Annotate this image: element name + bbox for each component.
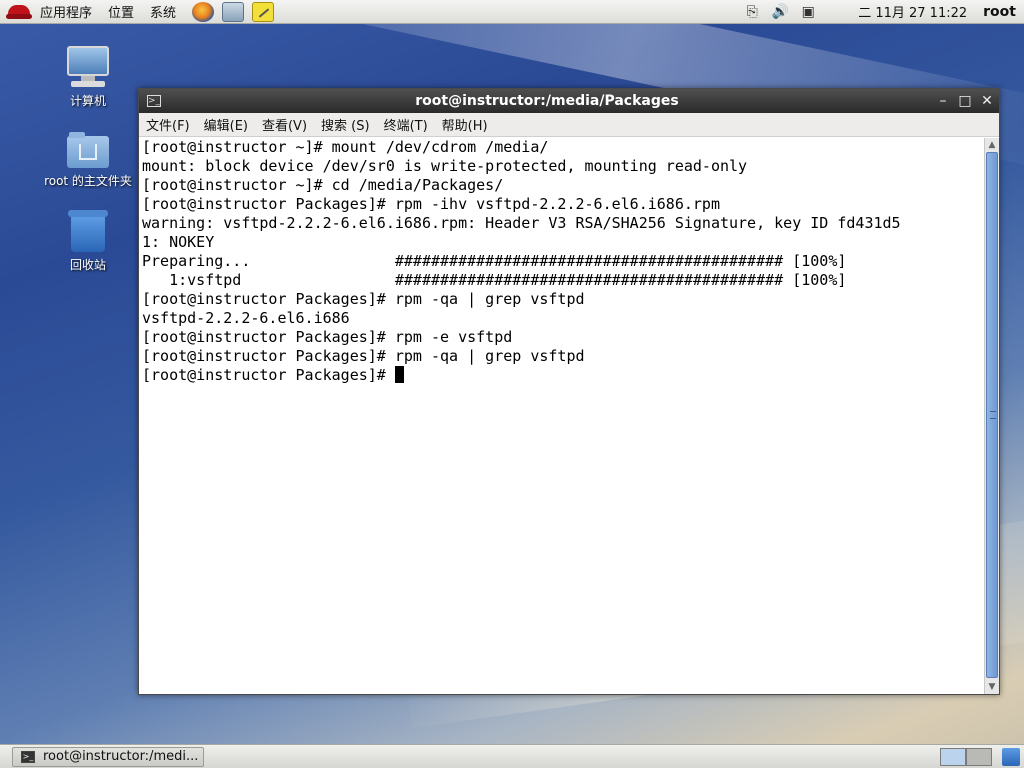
terminal-line: 1: NOKEY: [142, 233, 215, 251]
bottom-panel: >_ root@instructor:/medi...: [0, 744, 1024, 768]
terminal-line: [root@instructor ~]# cd /media/Packages/: [142, 176, 504, 194]
terminal-line: [root@instructor Packages]# rpm -e vsftp…: [142, 328, 513, 346]
terminal-line: vsftpd-2.2.2-6.el6.i686: [142, 309, 350, 327]
user-name[interactable]: root: [983, 4, 1016, 20]
terminal-line: mount: block device /dev/sr0 is write-pr…: [142, 157, 748, 175]
maximize-button[interactable]: □: [955, 93, 975, 109]
clock[interactable]: 二 11月 27 11:22: [858, 2, 967, 21]
terminal-line: 1:vsftpd ###############################…: [142, 271, 847, 289]
scroll-down-icon[interactable]: ▼: [985, 680, 999, 694]
firefox-icon[interactable]: [192, 1, 215, 22]
menu-edit[interactable]: 编辑(E): [197, 115, 255, 134]
desktop-icon-trash[interactable]: 回收站: [38, 210, 138, 273]
window-title: root@instructor:/media/Packages: [415, 93, 679, 109]
notes-icon[interactable]: [252, 1, 275, 22]
taskbar-terminal-button[interactable]: >_ root@instructor:/medi...: [12, 746, 204, 767]
taskbar-label: root@instructor:/medi...: [43, 749, 199, 764]
terminal-scrollbar[interactable]: ▲ ▼: [984, 138, 999, 694]
desktop-icon-label: 回收站: [69, 258, 106, 272]
display-icon[interactable]: ▣: [798, 3, 818, 21]
terminal-line: [root@instructor Packages]# rpm -qa | gr…: [142, 290, 585, 308]
terminal-line: warning: vsftpd-2.2.2-6.el6.i686.rpm: He…: [142, 214, 901, 232]
scroll-up-icon[interactable]: ▲: [985, 138, 999, 152]
workspace-2[interactable]: [966, 747, 992, 766]
terminal-window[interactable]: >_ root@instructor:/media/Packages – □ ✕…: [138, 88, 1000, 695]
terminal-cursor: [394, 366, 404, 383]
top-panel: 应用程序 位置 系统 ⎘ 🔊 ▣ 二 11月 27 11:22 root: [0, 0, 1024, 24]
menu-search[interactable]: 搜索 (S): [314, 115, 377, 134]
desktop-icon-computer[interactable]: 计算机: [38, 46, 138, 109]
network-icon[interactable]: ⎘: [742, 3, 762, 21]
home-folder-icon: [67, 132, 109, 168]
menu-places[interactable]: 位置: [100, 2, 142, 21]
mail-icon[interactable]: [222, 1, 245, 22]
workspace-1[interactable]: [940, 747, 966, 766]
terminal-line: [root@instructor Packages]# rpm -ihv vsf…: [142, 195, 720, 213]
window-menubar: 文件(F) 编辑(E) 查看(V) 搜索 (S) 终端(T) 帮助(H): [139, 113, 999, 137]
menu-help[interactable]: 帮助(H): [435, 115, 495, 134]
window-titlebar[interactable]: >_ root@instructor:/media/Packages – □ ✕: [139, 89, 999, 113]
desktop-icon-label: 计算机: [69, 94, 106, 108]
minimize-button[interactable]: –: [933, 93, 953, 109]
terminal-line: [root@instructor Packages]# rpm -qa | gr…: [142, 347, 585, 365]
menu-view[interactable]: 查看(V): [255, 115, 314, 134]
volume-icon[interactable]: 🔊: [770, 3, 790, 21]
menu-terminal[interactable]: 终端(T): [377, 115, 435, 134]
menu-file[interactable]: 文件(F): [139, 115, 197, 134]
desktop-icon-label: root 的主文件夹: [44, 174, 132, 188]
terminal-output[interactable]: [root@instructor ~]# mount /dev/cdrom /m…: [139, 138, 984, 694]
redhat-logo-icon[interactable]: [6, 2, 32, 22]
computer-icon: [65, 46, 111, 88]
terminal-icon: >_: [21, 750, 35, 763]
menu-applications[interactable]: 应用程序: [32, 2, 100, 21]
terminal-prompt-line[interactable]: [root@instructor Packages]#: [139, 366, 984, 385]
menu-system[interactable]: 系统: [142, 2, 184, 21]
trash-icon[interactable]: [1002, 747, 1020, 766]
terminal-line: [root@instructor ~]# mount /dev/cdrom /m…: [142, 138, 549, 156]
terminal-icon[interactable]: >_: [147, 95, 161, 107]
terminal-line: Preparing... ###########################…: [142, 252, 847, 270]
close-button[interactable]: ✕: [977, 93, 997, 109]
scrollbar-thumb[interactable]: [986, 152, 998, 678]
desktop-icon-home[interactable]: root 的主文件夹: [38, 132, 138, 189]
trash-icon: [68, 210, 108, 252]
terminal-prompt: [root@instructor Packages]#: [142, 366, 395, 384]
